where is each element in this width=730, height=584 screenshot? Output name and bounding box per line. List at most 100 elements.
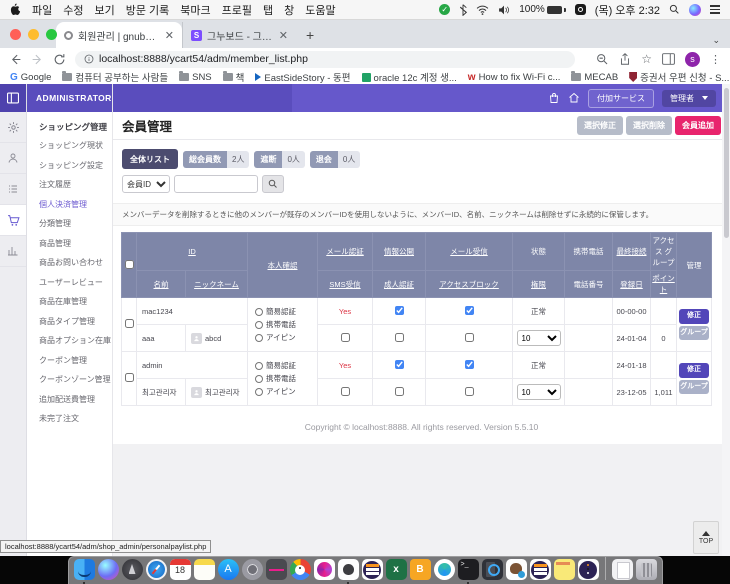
mail-receive-checkbox[interactable] [465,306,474,315]
window-minimize-button[interactable] [28,29,39,40]
home-icon[interactable] [568,92,580,104]
dock-eclipse-icon[interactable] [362,559,383,580]
info-open-checkbox[interactable] [395,360,404,369]
col-access-block[interactable]: アクセスブロック [439,280,499,289]
access-block-checkbox[interactable] [465,387,474,396]
profile-avatar[interactable]: s [685,52,700,67]
menu-view[interactable]: 보기 [95,2,115,18]
mail-receive-checkbox[interactable] [465,360,474,369]
sidebar-item-product-type[interactable]: 商品タイプ管理 [39,316,112,327]
dock-terminal-icon[interactable]: >_ [458,559,479,580]
tab-member-admin[interactable]: 회원관리 | gnuboard5 ✕ [56,22,182,48]
menu-history[interactable]: 방문 기록 [126,2,170,18]
control-center-icon[interactable] [710,3,720,16]
blocked-members-badge[interactable]: 遮断0人 [254,151,304,168]
url-field[interactable]: localhost:8888/ycart54/adm/member_list.p… [75,51,575,68]
rail-board-icon[interactable] [0,174,26,205]
row-select-checkbox[interactable] [125,373,134,382]
sidebar-item-option-stock[interactable]: 商品オプション在庫 [39,335,112,346]
col-info-open[interactable]: 情報公開 [384,247,414,256]
dock-calendar-icon[interactable]: 18 [170,559,191,580]
tab-close-icon[interactable]: ✕ [165,29,174,42]
dock-app-store-icon[interactable]: A [218,559,239,580]
sidebar-item-extra-shipping[interactable]: 追加配送費管理 [39,394,112,405]
col-mail-receive[interactable]: メール受信 [450,247,488,256]
menu-window[interactable]: 창 [284,2,294,18]
search-field-select[interactable]: 会員ID [122,175,170,193]
dock-server-icon[interactable] [482,559,503,580]
bookmark-folder-sns[interactable]: SNS [179,72,212,83]
dock-photos-icon[interactable] [314,559,335,580]
menu-file[interactable]: 파일 [32,2,52,18]
col-sms[interactable]: SMS受信 [329,280,360,289]
sidebar-item-stock[interactable]: 商品在庫管理 [39,296,112,307]
bookmark-folder-mecab[interactable]: MECAB [571,72,618,83]
bookmark-securities[interactable]: 증권서 우편 신청 - S... [629,70,729,84]
search-input[interactable] [174,175,258,193]
col-mail-cert[interactable]: メール認証 [326,247,364,256]
sms-checkbox[interactable] [341,333,350,342]
select-all-checkbox[interactable] [125,260,134,269]
withdrawn-members-badge[interactable]: 退会0人 [310,151,360,168]
verify-simple-radio[interactable] [255,308,263,316]
sms-checkbox[interactable] [341,387,350,396]
dock-notes-icon[interactable] [194,559,215,580]
dock-eclipse2-icon[interactable] [530,559,551,580]
sidebar-section-shopping[interactable]: ショッピング管理 [39,121,112,133]
dock-eclipse3-icon[interactable] [578,559,599,580]
bookmark-wifi-fix[interactable]: wHow to fix Wi-Fi c... [468,72,561,83]
window-close-button[interactable] [10,29,21,40]
total-members-badge[interactable]: 総会員数2人 [183,151,249,168]
tab-close-icon[interactable]: ✕ [279,29,288,42]
col-identity-verify[interactable]: 本人確認 [268,261,298,270]
battery-indicator[interactable]: 100% [519,4,566,15]
adult-cert-checkbox[interactable] [395,387,404,396]
col-reg-date[interactable]: 登録日 [620,280,643,289]
sidebar-item-shop-status[interactable]: ショッピング現状 [39,140,112,151]
spotlight-icon[interactable] [669,4,680,15]
verify-simple-radio[interactable] [255,362,263,370]
dock-stickies-icon[interactable] [554,559,575,580]
bookmark-oracle[interactable]: oracle 12c 계정 생... [362,70,457,84]
col-last-access[interactable]: 最終接続 [617,247,647,256]
dock-siri-icon[interactable] [98,559,119,580]
all-list-tab[interactable]: 全体リスト [122,149,178,169]
menu-tab[interactable]: 탭 [263,2,273,18]
sidebar-item-coupon[interactable]: クーポン管理 [39,355,112,366]
brand-administrator[interactable]: ADMINISTRATOR [27,84,112,112]
adult-cert-checkbox[interactable] [395,333,404,342]
dock-chrome-icon[interactable] [290,559,311,580]
info-open-checkbox[interactable] [395,306,404,315]
sidebar-item-incomplete-orders[interactable]: 未完了注文 [39,413,112,424]
rail-shop-icon[interactable] [0,205,26,236]
dock-trash-icon[interactable] [636,559,657,580]
info-icon[interactable] [84,54,94,64]
reload-icon[interactable] [53,53,66,66]
sidebar-item-coupon-zone[interactable]: クーポンゾーン管理 [39,374,112,385]
search-button[interactable] [262,175,284,193]
verify-mobile-radio[interactable] [255,375,263,383]
chrome-menu-icon[interactable]: ⋮ [710,53,721,66]
add-member-button[interactable]: 会員追加 [675,116,721,135]
addon-service-button[interactable]: 付加サービス [588,89,654,108]
tab-gnuboard[interactable]: S 그누보드 - 그누보드5 팁자료실 글쓰 ✕ [182,22,296,48]
scrollbar-thumb[interactable] [724,88,729,238]
sidebar-item-product-inquiry[interactable]: 商品お問い合わせ [39,257,112,268]
bookmark-folder-computer-study[interactable]: 컴퓨터 공부하는 사람들 [62,70,168,84]
dock-finder-icon[interactable] [74,559,95,580]
verify-ipin-radio[interactable] [255,388,263,396]
dock-safari-icon[interactable] [146,559,167,580]
screen-record-icon[interactable] [575,4,586,15]
bookmark-folder-books[interactable]: 책 [223,70,245,84]
verify-mobile-radio[interactable] [255,321,263,329]
volume-icon[interactable] [498,5,510,15]
col-nickname[interactable]: ニックネーム [194,280,239,289]
dock-android-studio-icon[interactable] [434,559,455,580]
col-name[interactable]: 名前 [154,280,169,289]
status-ok-icon[interactable]: ✓ [439,4,450,15]
share-icon[interactable] [619,53,631,66]
menu-edit[interactable]: 수정 [63,2,83,18]
col-points[interactable]: ポイント [652,274,675,294]
rail-stats-icon[interactable] [0,236,26,267]
new-tab-button[interactable]: + [296,22,324,48]
